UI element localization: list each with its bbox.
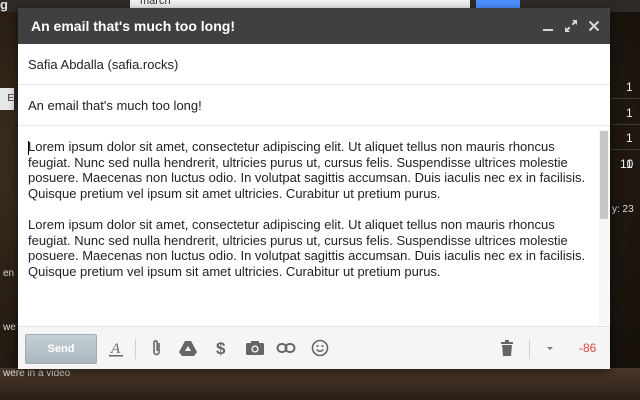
close-icon[interactable] xyxy=(585,17,603,35)
scrollbar-thumb[interactable] xyxy=(600,131,608,219)
background-row-divider xyxy=(610,149,640,150)
smiley-icon[interactable] xyxy=(310,338,330,358)
text-cursor xyxy=(28,141,29,155)
message-body-text: Lorem ipsum dolor sit amet, consectetur … xyxy=(28,139,593,295)
send-button[interactable]: Send xyxy=(25,334,97,364)
compose-title: An email that's much too long! xyxy=(31,18,235,34)
compose-toolbar: Send A $ -86 xyxy=(18,326,610,369)
from-field[interactable]: Safia Abdalla (safia.rocks) xyxy=(18,44,610,85)
drive-icon[interactable] xyxy=(178,338,198,358)
link-icon[interactable] xyxy=(276,338,296,358)
background-search-text: march xyxy=(140,0,171,7)
background-count: 10 xyxy=(620,157,634,171)
background-logo: g xyxy=(0,0,8,12)
svg-text:A: A xyxy=(110,341,121,357)
background-row-divider xyxy=(610,98,640,99)
popout-icon[interactable] xyxy=(562,17,580,35)
background-count: 1 xyxy=(626,80,633,94)
background-left-panel xyxy=(0,12,18,400)
background-bottom-strip xyxy=(0,368,640,400)
compose-window: An email that's much too long! Safia Abd… xyxy=(18,8,610,369)
subject-field[interactable]: An email that's much too long! xyxy=(18,85,610,126)
minimize-icon[interactable] xyxy=(539,17,557,35)
paperclip-icon[interactable] xyxy=(147,338,167,358)
background-count: 1 xyxy=(626,106,633,120)
toolbar-divider xyxy=(135,339,136,359)
toolbar-divider xyxy=(529,339,530,359)
subject-value: An email that's much too long! xyxy=(28,98,202,113)
character-counter: -86 xyxy=(579,341,597,355)
text-format-icon[interactable]: A xyxy=(106,338,126,358)
background-count: 1 xyxy=(626,131,633,145)
background-footer-text: en xyxy=(3,268,15,279)
message-paragraph: Lorem ipsum dolor sit amet, consectetur … xyxy=(28,139,586,201)
background-footer-text: were in a video xyxy=(3,368,71,379)
message-scrollbar[interactable] xyxy=(599,129,609,325)
svg-text:$: $ xyxy=(216,339,226,358)
message-body[interactable]: Lorem ipsum dolor sit amet, consectetur … xyxy=(18,129,610,325)
trash-icon[interactable] xyxy=(497,338,517,358)
dollar-icon[interactable]: $ xyxy=(211,338,231,358)
background-left-button[interactable]: E xyxy=(0,88,14,110)
background-row-divider xyxy=(610,124,640,125)
camera-icon[interactable] xyxy=(245,338,265,358)
background-side-text: y: 23 xyxy=(612,204,634,215)
from-value: Safia Abdalla (safia.rocks) xyxy=(28,57,179,72)
caret-down-icon[interactable] xyxy=(540,338,560,358)
background-footer-text: we xyxy=(3,322,16,333)
compose-title-bar[interactable]: An email that's much too long! xyxy=(18,8,610,44)
message-paragraph: Lorem ipsum dolor sit amet, consectetur … xyxy=(28,217,586,279)
